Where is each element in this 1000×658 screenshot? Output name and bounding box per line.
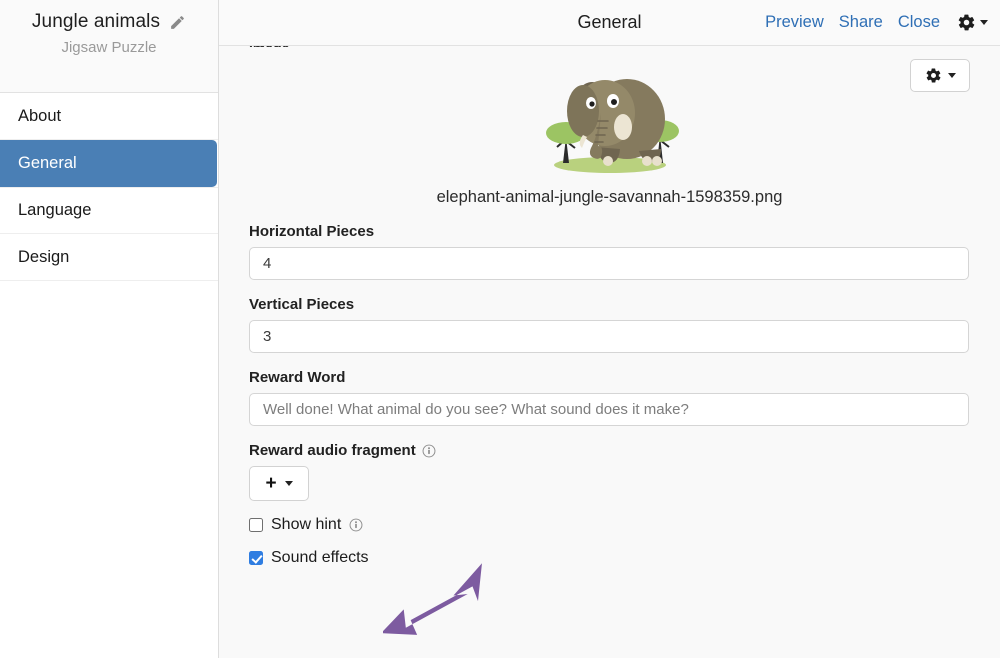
gear-icon <box>958 14 975 31</box>
close-button[interactable]: Close <box>898 13 940 32</box>
field-label: Reward audio fragment <box>249 442 970 459</box>
sidebar-item-language[interactable]: Language <box>0 187 218 234</box>
sidebar-item-label: General <box>18 154 77 172</box>
info-icon[interactable] <box>349 518 363 532</box>
top-toolbar: General Preview Share Close <box>219 0 1000 46</box>
sidebar: Jungle animals Jigsaw Puzzle About Gener… <box>0 0 219 658</box>
image-filename: elephant-animal-jungle-savannah-1598359.… <box>436 188 783 206</box>
preview-button[interactable]: Preview <box>765 13 824 32</box>
field-vertical-pieces: Vertical Pieces <box>249 296 970 353</box>
sound-effects-checkbox[interactable] <box>249 551 263 565</box>
checkbox-row-sound-effects[interactable]: Sound effects <box>249 549 970 567</box>
sidebar-header: Jungle animals Jigsaw Puzzle <box>0 0 218 93</box>
add-audio-fragment-button[interactable]: + <box>249 466 309 501</box>
pencil-icon[interactable] <box>169 14 186 31</box>
sound-effects-label: Sound effects <box>271 549 369 566</box>
horizontal-pieces-input[interactable] <box>249 247 969 280</box>
show-hint-label: Show hint <box>271 516 342 533</box>
reward-word-input[interactable] <box>249 393 969 426</box>
sidebar-item-label: About <box>18 106 62 125</box>
project-title-row: Jungle animals <box>0 11 218 33</box>
field-label: Reward Word <box>249 369 346 386</box>
info-icon[interactable] <box>422 444 436 458</box>
field-label: Vertical Pieces <box>249 296 355 313</box>
checkbox-row-show-hint[interactable]: Show hint <box>249 516 970 534</box>
sidebar-nav: About General Language Design <box>0 93 218 281</box>
sidebar-item-label: Design <box>18 247 70 266</box>
clipped-section-label: Image <box>249 46 289 47</box>
sidebar-item-design[interactable]: Design <box>0 234 218 281</box>
toolbar-settings-dropdown[interactable] <box>955 13 988 32</box>
sidebar-item-about[interactable]: About <box>0 93 218 140</box>
sidebar-item-general[interactable]: General <box>0 140 217 187</box>
toolbar-actions: Preview Share Close <box>765 13 1000 32</box>
project-type: Jigsaw Puzzle <box>61 39 157 56</box>
image-preview-block: elephant-animal-jungle-savannah-1598359.… <box>249 46 970 207</box>
field-reward-audio: Reward audio fragment + <box>249 442 970 501</box>
chevron-down-icon <box>284 481 293 486</box>
share-button[interactable]: Share <box>839 13 883 32</box>
app-window: Jungle animals Jigsaw Puzzle About Gener… <box>0 0 1000 658</box>
sidebar-item-label: Language <box>18 201 92 219</box>
chevron-down-icon <box>947 73 956 78</box>
project-title: Jungle animals <box>31 11 161 32</box>
plus-icon: + <box>265 473 277 494</box>
gear-icon <box>926 68 940 83</box>
show-hint-checkbox[interactable] <box>249 518 263 532</box>
field-label: Horizontal Pieces <box>249 223 375 240</box>
vertical-pieces-input[interactable] <box>249 320 969 353</box>
field-reward-word: Reward Word <box>249 369 970 426</box>
settings-content: Image <box>219 46 1000 658</box>
main-panel: General Preview Share Close Image <box>219 0 1000 658</box>
reward-audio-label: Reward audio fragment <box>249 442 416 459</box>
field-horizontal-pieces: Horizontal Pieces <box>249 223 970 280</box>
image-settings-dropdown[interactable] <box>910 59 970 92</box>
puzzle-image-thumbnail[interactable] <box>535 51 685 176</box>
chevron-down-icon <box>980 20 988 25</box>
